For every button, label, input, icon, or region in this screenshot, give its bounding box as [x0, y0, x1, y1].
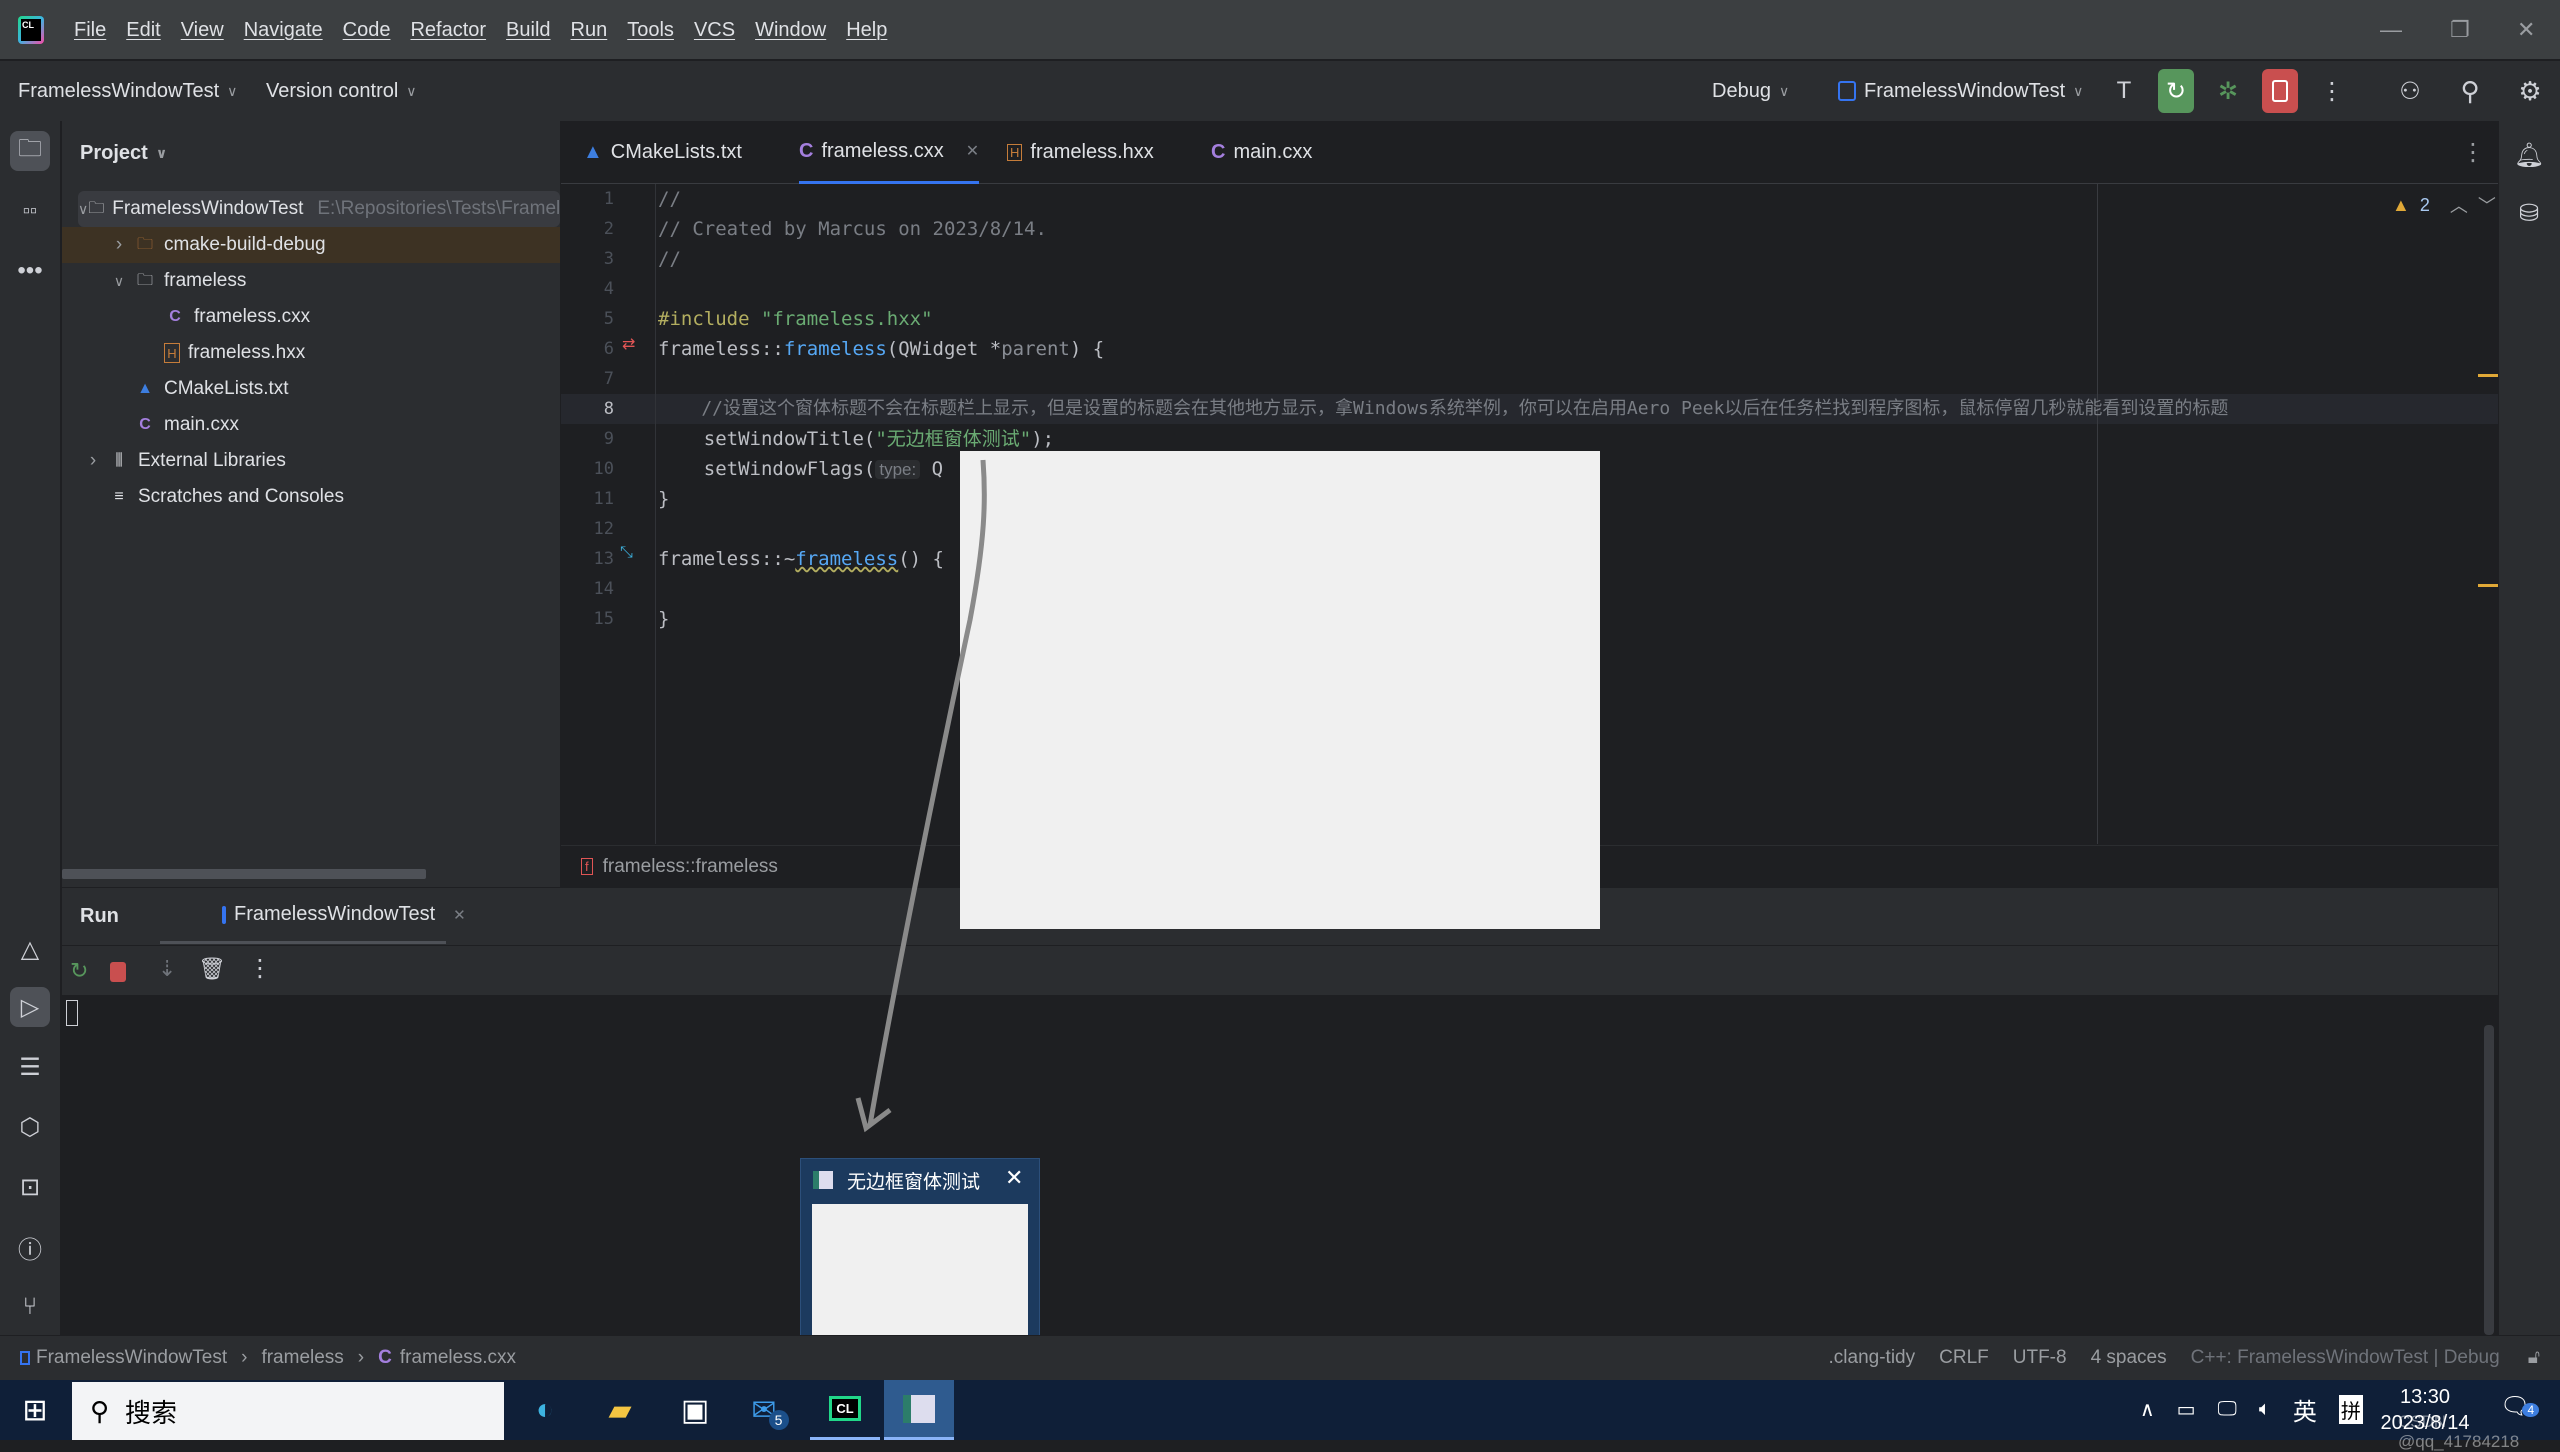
mail-icon[interactable]: ✉ 5 — [735, 1380, 805, 1440]
encoding-status[interactable]: UTF-8 — [2013, 1347, 2067, 1369]
notif-badge: 4 — [2522, 1403, 2540, 1417]
file-explorer-icon[interactable]: ▰ — [585, 1380, 655, 1440]
system-tray: ∧ ▭ 🖵︎ 🔈︎ 英拼 — [2140, 1392, 2363, 1427]
status-bar: FramelessWindowTest › frameless › Cframele… — [0, 1335, 2560, 1380]
lock-open-icon[interactable]: 🔓︎ — [2528, 1347, 2540, 1369]
resolve-context-status[interactable]: C++: FramelessWindowTest | Debug — [2191, 1347, 2500, 1369]
network-icon[interactable]: 🖵︎ — [2218, 1398, 2237, 1421]
mail-badge: 5 — [768, 1410, 789, 1430]
frameless-app-taskbar-icon[interactable] — [884, 1380, 954, 1440]
battery-icon[interactable]: ▭ — [2177, 1397, 2196, 1422]
thumbnail-title: 无边框窗体测试 — [847, 1172, 981, 1193]
search-icon: ⚲ — [90, 1395, 110, 1426]
module-icon — [20, 1351, 30, 1365]
indent-status[interactable]: 4 spaces — [2091, 1347, 2167, 1369]
status-crumb[interactable]: frameless — [261, 1347, 343, 1369]
cpp-file-icon: C — [378, 1347, 392, 1368]
ime-pinyin[interactable]: 拼 — [2338, 1395, 2363, 1424]
app-icon — [813, 1171, 833, 1189]
status-crumb[interactable]: FramelessWindowTest — [36, 1347, 227, 1369]
windows-start-icon[interactable]: ⊞ — [0, 1380, 70, 1440]
notification-center-icon[interactable]: 🗨︎4 — [2500, 1392, 2540, 1421]
status-crumb[interactable]: frameless.cxx — [400, 1347, 516, 1369]
taskbar-search-box[interactable]: ⚲ 搜索 — [72, 1382, 504, 1440]
ime-mode[interactable]: 英 — [2293, 1392, 2317, 1427]
time: 13:30 — [2399, 1386, 2451, 1408]
edge-browser-icon[interactable]: ◐ — [510, 1380, 580, 1440]
chevron-right-icon: › — [241, 1347, 248, 1368]
volume-icon[interactable]: 🔈︎ — [2259, 1398, 2271, 1421]
search-placeholder: 搜索 — [125, 1397, 178, 1428]
thumbnail-close-icon[interactable]: ✕ — [1005, 1165, 1023, 1191]
chevron-right-icon: › — [357, 1347, 365, 1368]
chevron-up-icon[interactable]: ∧ — [2140, 1397, 2155, 1422]
arrow-line — [867, 459, 987, 1126]
line-separator-status[interactable]: CRLF — [1939, 1347, 1989, 1369]
microsoft-store-icon[interactable]: ▣ — [660, 1380, 730, 1440]
clion-taskbar-icon[interactable]: CL — [810, 1380, 880, 1440]
annotation-arrow — [855, 459, 987, 1133]
clang-tidy-status[interactable]: .clang-tidy — [1829, 1347, 1916, 1369]
